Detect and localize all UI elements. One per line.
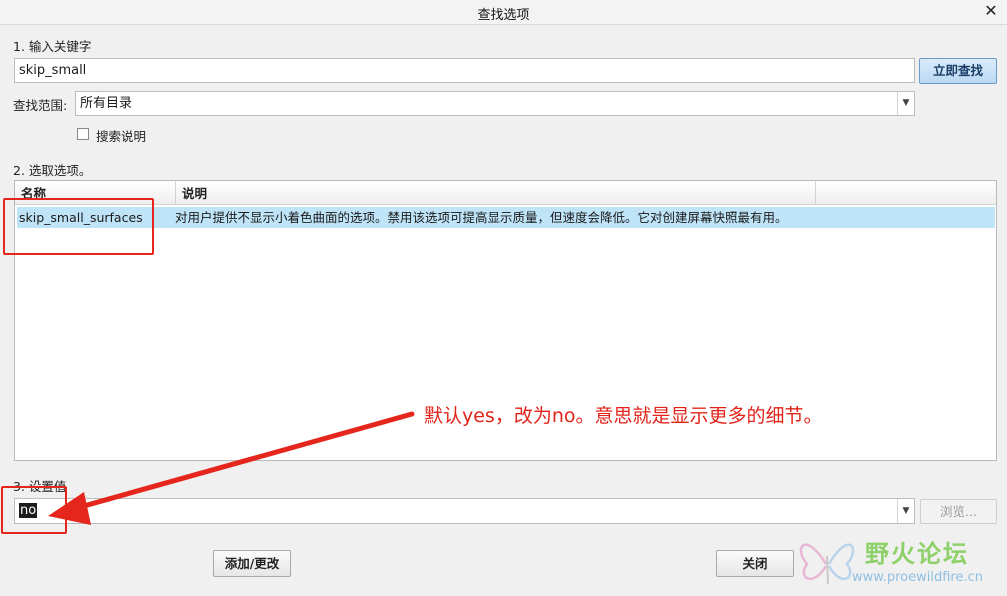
- annotation-arrow: [48, 411, 415, 525]
- watermark-title: 野火论坛: [865, 540, 969, 568]
- watermark-url: www.proewildfire.cn: [852, 570, 983, 585]
